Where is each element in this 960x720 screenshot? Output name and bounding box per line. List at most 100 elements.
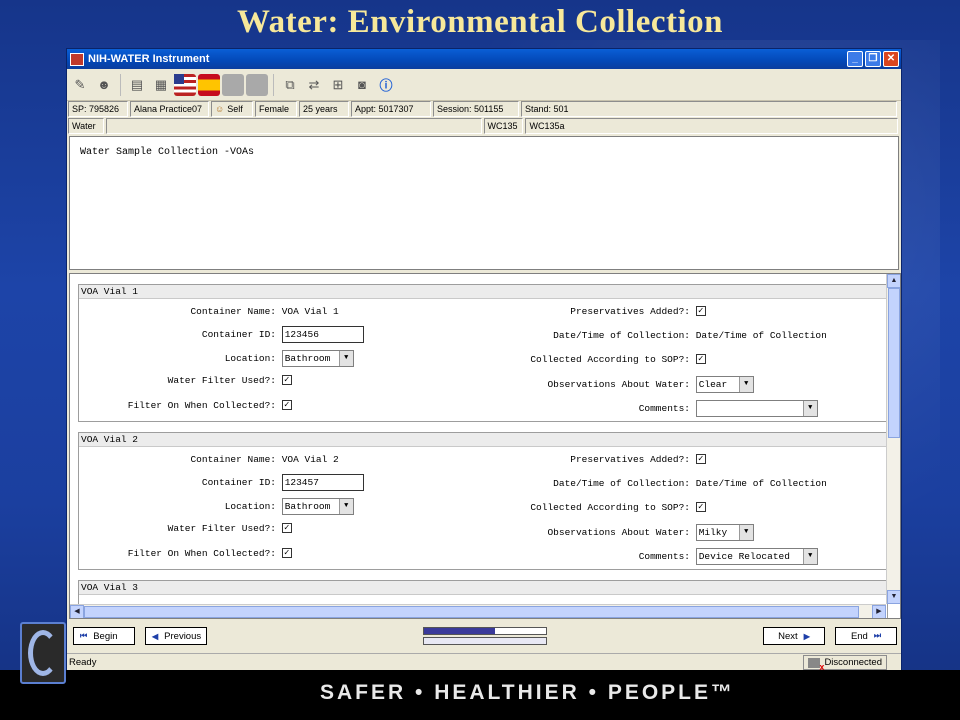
slide-title: Water: Environmental Collection [236,4,723,40]
last-page-icon: ⏭ [873,631,882,640]
notebook-icon[interactable]: ▦ [150,74,172,96]
datetime-label: Date/Time of Collection: [553,478,690,489]
vertical-scrollbar[interactable]: ▲ ▼ [886,274,900,604]
chevron-down-icon: ▼ [338,351,353,366]
minimize-icon[interactable]: _ [847,51,863,67]
scroll-down-icon[interactable]: ▼ [887,590,900,604]
observations-label: Observations About Water: [547,527,690,539]
window-titlebar[interactable]: NIH-WATER Instrument _ ❐ ✕ [67,49,901,69]
section-bar: Water WC135 WC135a [68,118,900,134]
sop-label: Collected According to SOP?: [530,502,690,513]
disconnected-icon [808,657,824,672]
session-id: Session: 501155 [433,101,519,117]
close-icon[interactable]: ✕ [883,51,899,67]
progress-bar [423,627,547,635]
observations-dropdown[interactable]: Milky ▼ [695,524,754,541]
appointment-id: Appt: 5017307 [351,101,431,117]
scroll-up-icon[interactable]: ▲ [887,274,900,288]
pencils-icon[interactable]: ✎ [69,74,91,96]
container-name-label: Container Name: [190,306,276,317]
preservatives-label: Preservatives Added?: [570,454,690,465]
cdc-logo [20,622,66,684]
container-name-label: Container Name: [190,454,276,465]
relation: ☺ Self [211,101,253,117]
us-flag-icon[interactable] [174,73,196,96]
maximize-icon[interactable]: ❐ [865,51,881,67]
vial-header: VOA Vial 3 [79,581,887,595]
container-id-input[interactable]: 123457 [281,474,364,491]
filter-on-label: Filter On When Collected?: [127,400,276,411]
chevron-down-icon: ▼ [738,377,753,392]
container-id-label: Container ID: [201,329,276,341]
filter-used-checkbox[interactable]: ✓ [281,375,292,386]
sex: Female [255,101,297,117]
chevron-down-icon: ▼ [802,401,817,416]
observations-label: Observations About Water: [547,379,690,391]
preservatives-checkbox[interactable]: ✓ [695,306,706,317]
participant-info-bar: SP: 795826 Alana Practice07 ☺ Self Female… [68,101,900,117]
comments-dropdown[interactable]: ▼ [695,400,818,417]
end-button[interactable]: End ⏭ [835,627,897,645]
person-icon[interactable]: ☻ [93,74,115,96]
sop-label: Collected According to SOP?: [530,354,690,365]
location-label: Location: [224,353,276,365]
filter-on-checkbox[interactable]: ✓ [281,548,292,559]
previous-icon: ◀ [152,631,159,641]
scroll-right-icon[interactable]: ▶ [872,605,886,618]
preservatives-checkbox[interactable]: ✓ [695,454,706,465]
status-text: Ready [69,657,97,668]
first-page-icon: ⏮ [80,631,88,640]
datetime-value[interactable]: Date/Time of Collection [696,330,827,341]
link-icon[interactable]: ⇄ [303,74,325,96]
comments-dropdown[interactable]: Device Relocated ▼ [695,548,818,565]
status-bar: Ready Disconnected [67,653,901,672]
sp-id: SP: 795826 [68,101,128,117]
previous-button[interactable]: ◀ Previous [145,627,207,645]
section-name: Water [68,118,104,134]
app-icon [70,52,84,66]
filter-on-checkbox[interactable]: ✓ [281,400,292,411]
tagline: SAFER • HEALTHIER • PEOPLE™ [320,681,736,704]
next-button[interactable]: Next ▶ [763,627,825,645]
preservatives-label: Preservatives Added?: [570,306,690,317]
shuffle-icon[interactable]: ⊞ [327,74,349,96]
gray-square-icon[interactable] [222,73,244,96]
spain-flag-icon[interactable] [198,73,220,96]
progress-bar-secondary [423,637,547,645]
form-area[interactable]: VOA Vial 1 Container Name: VOA Vial 1 Co… [69,273,901,619]
container-name-value: VOA Vial 2 [281,454,339,465]
connection-status: Disconnected [803,655,887,672]
camera-icon[interactable]: ◙ [351,74,373,96]
progress-fill [424,628,495,634]
scroll-thumb[interactable] [888,288,900,438]
container-id-input[interactable]: 123456 [281,326,364,343]
info-icon[interactable]: ⓘ [375,74,397,96]
age: 25 years [299,101,349,117]
sop-checkbox[interactable]: ✓ [695,354,706,365]
copy-icon[interactable]: ⧉ [279,74,301,96]
scroll-left-icon[interactable]: ◀ [70,605,84,618]
participant-name: Alana Practice07 [130,101,209,117]
filter-used-checkbox[interactable]: ✓ [281,523,292,534]
location-dropdown[interactable]: Bathroom ▼ [281,498,354,515]
vial-header: VOA Vial 1 [79,285,887,299]
section-code-1: WC135 [483,118,524,134]
toolbar: ✎ ☻ ▤ ▦ ⧉ ⇄ ⊞ ◙ ⓘ [67,69,901,101]
person-icon: ☺ [215,104,225,114]
horizontal-scrollbar[interactable]: ◀ ▶ [70,604,886,618]
notes-icon[interactable]: ▤ [126,74,148,96]
section-code-2: WC135a [525,118,898,134]
comments-label: Comments: [638,551,690,563]
location-dropdown[interactable]: Bathroom ▼ [281,350,354,367]
gray-square-icon[interactable] [246,73,268,96]
sop-checkbox[interactable]: ✓ [695,502,706,513]
begin-button[interactable]: ⏮ Begin [73,627,135,645]
observations-dropdown[interactable]: Clear ▼ [695,376,754,393]
chevron-down-icon: ▼ [338,499,353,514]
datetime-value[interactable]: Date/Time of Collection [696,478,827,489]
location-label: Location: [224,501,276,513]
instrument-window: NIH-WATER Instrument _ ❐ ✕ ✎ ☻ ▤ ▦ ⧉ ⇄ ⊞… [66,48,902,672]
scroll-thumb[interactable] [84,606,859,618]
next-icon: ▶ [803,631,810,641]
chevron-down-icon: ▼ [802,549,817,564]
